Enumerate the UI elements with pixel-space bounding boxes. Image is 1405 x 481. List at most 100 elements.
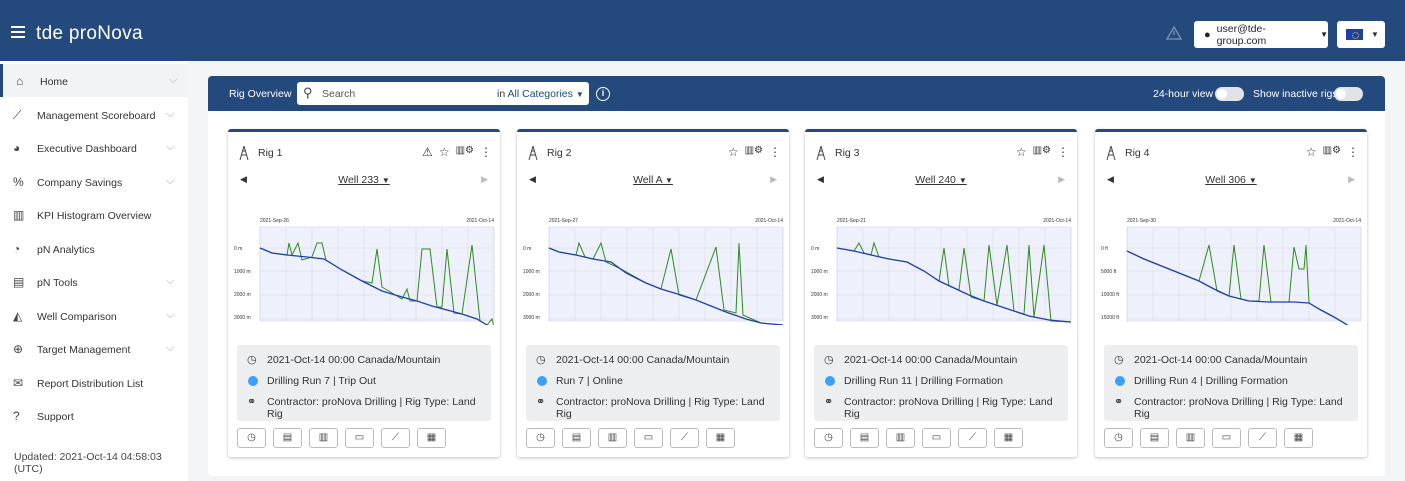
histogram-button[interactable]: ▥: [1176, 428, 1205, 448]
star-icon[interactable]: ☆: [728, 145, 739, 159]
more-vertical-icon[interactable]: ⋮: [1347, 145, 1359, 159]
y-tick-label: 0 m: [234, 246, 242, 252]
rig-name[interactable]: Rig 2: [547, 147, 572, 159]
rig-name[interactable]: Rig 4: [1125, 147, 1150, 159]
warning-icon[interactable]: [1166, 26, 1182, 40]
chart-settings-icon[interactable]: ▥⚙: [1033, 145, 1051, 159]
star-icon[interactable]: ☆: [1016, 145, 1027, 159]
area-chart-icon: ◭: [13, 308, 23, 323]
sidebar-item-target-management[interactable]: ⊕ Target Management ⌵: [0, 332, 188, 365]
sidebar-item-report-distribution-list[interactable]: ✉ Report Distribution List: [0, 366, 188, 399]
well-select[interactable]: Well 233: [338, 174, 379, 186]
time-log-button[interactable]: ◷: [814, 428, 843, 448]
chart-plot-area: [1126, 226, 1362, 322]
more-vertical-icon[interactable]: ⋮: [769, 145, 781, 159]
top-bar: tde proNova ● user@tde-group.com ▼ ▼: [0, 0, 1405, 61]
time-log-button[interactable]: ◷: [526, 428, 555, 448]
calendar-button[interactable]: ▦: [1284, 428, 1313, 448]
chart-settings-icon[interactable]: ▥⚙: [745, 145, 763, 159]
y-tick-label: 15000 ft: [1101, 315, 1120, 321]
info-icon[interactable]: i: [596, 87, 610, 101]
report-button[interactable]: ▤: [562, 428, 591, 448]
menu-icon[interactable]: [11, 26, 25, 38]
star-icon[interactable]: ☆: [1306, 145, 1317, 159]
archive-button[interactable]: ▭: [345, 428, 374, 448]
sidebar-item-support[interactable]: ? Support: [0, 399, 188, 432]
rig-name[interactable]: Rig 3: [835, 147, 860, 159]
rig-contractor: Contractor: proNova Drilling | Rig Type:…: [844, 396, 1053, 420]
drilling-rig-icon: [816, 145, 826, 161]
sidebar-item-label: Target Management: [37, 344, 131, 356]
report-button[interactable]: ▤: [273, 428, 302, 448]
toggle-24h[interactable]: [1215, 87, 1244, 101]
sidebar-item-company-savings[interactable]: % Company Savings ⌵: [0, 165, 188, 198]
next-well-arrow[interactable]: ▶: [481, 174, 488, 185]
histogram-button[interactable]: ▥: [886, 428, 915, 448]
chart-settings-icon[interactable]: ▥⚙: [1323, 145, 1341, 159]
report-button[interactable]: ▤: [1140, 428, 1169, 448]
calendar-button[interactable]: ▦: [994, 428, 1023, 448]
y-tick-label: 3000 m: [523, 315, 540, 321]
language-button[interactable]: ▼: [1337, 21, 1385, 48]
calendar-button[interactable]: ▦: [706, 428, 735, 448]
status-dot: [537, 376, 547, 386]
report-button[interactable]: ▤: [850, 428, 879, 448]
y-tick-label: 0 m: [523, 246, 531, 252]
histogram-button[interactable]: ▥: [598, 428, 627, 448]
more-vertical-icon[interactable]: ⋮: [480, 145, 492, 159]
well-select[interactable]: Well 306: [1205, 174, 1246, 186]
chevron-down-icon[interactable]: ⌵: [166, 342, 174, 355]
category-select[interactable]: All Categories: [508, 88, 573, 100]
trend-button[interactable]: ⟋: [958, 428, 987, 448]
app-logo[interactable]: tde proNova: [36, 23, 143, 45]
sidebar-item-label: KPI Histogram Overview: [37, 210, 152, 222]
chart-settings-icon[interactable]: ▥⚙: [456, 145, 474, 159]
sidebar-item-home[interactable]: ⌂ Home ⌵: [0, 64, 188, 97]
envelope-icon: ✉: [13, 375, 24, 390]
sidebar-item-executive-dashboard[interactable]: ◕ Executive Dashboard ⌵: [0, 131, 188, 164]
sidebar-item-management-scoreboard[interactable]: ⟋ Management Scoreboard ⌵: [0, 98, 188, 131]
rig-name[interactable]: Rig 1: [258, 147, 283, 159]
search-box[interactable]: ⚲ Search in All Categories ▼: [297, 82, 589, 105]
sidebar-item-label: Support: [37, 411, 74, 423]
search-input[interactable]: Search: [322, 88, 355, 100]
rig-status: Run 7 | Online: [556, 375, 623, 387]
depth-chart: 2021-Sep-26 2021-Oct-14 0 m 1000 m 2000 m 300…: [234, 218, 495, 325]
time-log-button[interactable]: ◷: [237, 428, 266, 448]
next-well-arrow[interactable]: ▶: [1058, 174, 1065, 185]
sidebar-item-well-comparison[interactable]: ◭ Well Comparison ⌵: [0, 299, 188, 332]
next-well-arrow[interactable]: ▶: [770, 174, 777, 185]
sidebar-item-kpi-histogram-overview[interactable]: ▥ KPI Histogram Overview: [0, 198, 188, 231]
depth-chart: 2021-Sep-21 2021-Oct-14 0 m 1000 m 2000 m 300…: [811, 218, 1072, 323]
sidebar-item-pn-analytics[interactable]: ◔ pN Analytics: [0, 232, 188, 265]
histogram-button[interactable]: ▥: [309, 428, 338, 448]
toggle-inactive[interactable]: [1334, 87, 1363, 101]
well-select[interactable]: Well A: [633, 174, 662, 186]
chevron-down-icon[interactable]: ⌵: [166, 275, 174, 288]
chevron-down-icon[interactable]: ⌵: [166, 141, 174, 154]
next-well-arrow[interactable]: ▶: [1348, 174, 1355, 185]
trend-button[interactable]: ⟋: [670, 428, 699, 448]
well-select[interactable]: Well 240: [915, 174, 956, 186]
user-menu-button[interactable]: ● user@tde-group.com ▼: [1194, 21, 1328, 48]
archive-button[interactable]: ▭: [634, 428, 663, 448]
trend-button[interactable]: ⟋: [381, 428, 410, 448]
chart-start-date: 2021-Sep-26: [260, 218, 289, 224]
chevron-down-icon[interactable]: ⌵: [166, 309, 174, 322]
chart-end-date: 2021-Oct-14: [755, 218, 783, 224]
chevron-down-icon[interactable]: ⌵: [166, 175, 174, 188]
clock-icon: ◷: [824, 354, 834, 366]
calendar-button[interactable]: ▦: [417, 428, 446, 448]
archive-button[interactable]: ▭: [922, 428, 951, 448]
chevron-down-icon[interactable]: ⌵: [166, 108, 174, 121]
rig-contractor: Contractor: proNova Drilling | Rig Type:…: [267, 396, 476, 420]
warning-icon[interactable]: ⚠: [422, 145, 433, 159]
sidebar-item-pn-tools[interactable]: ▤ pN Tools ⌵: [0, 265, 188, 298]
more-vertical-icon[interactable]: ⋮: [1057, 145, 1069, 159]
time-log-button[interactable]: ◷: [1104, 428, 1133, 448]
chart-plot-area: [548, 226, 784, 322]
star-icon[interactable]: ☆: [439, 145, 450, 159]
archive-button[interactable]: ▭: [1212, 428, 1241, 448]
chevron-down-icon[interactable]: ⌵: [169, 74, 177, 87]
trend-button[interactable]: ⟋: [1248, 428, 1277, 448]
